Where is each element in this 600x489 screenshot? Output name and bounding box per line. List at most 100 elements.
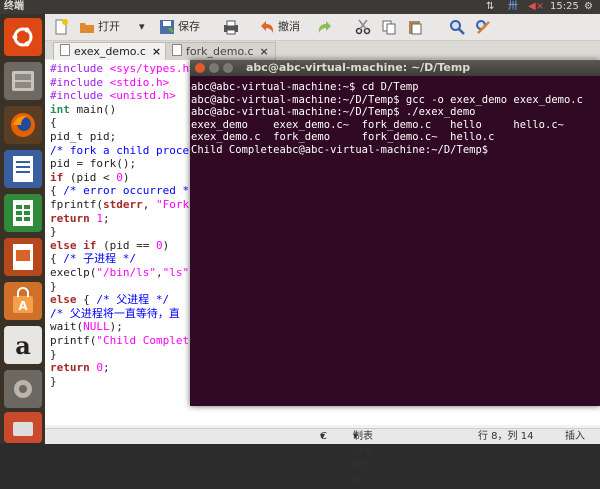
ubuntu-logo-icon bbox=[12, 27, 33, 47]
editor-toolbar: 打开 ▾ 保存 撤消 bbox=[45, 14, 600, 41]
input-method-icon[interactable]: 卅 bbox=[508, 0, 518, 14]
settings-wrench-icon bbox=[14, 380, 32, 398]
presentation-icon bbox=[13, 244, 33, 270]
code-line: execlp("/bin/ls","ls" bbox=[50, 266, 190, 279]
find-button[interactable] bbox=[449, 17, 465, 37]
paste-clipboard-icon bbox=[409, 21, 422, 35]
printer-icon bbox=[224, 20, 238, 35]
code-line: /* 父进程将一直等待，直 bbox=[50, 306, 180, 320]
chevron-down-icon: ▾ bbox=[353, 431, 359, 442]
app-title: 终端 bbox=[4, 1, 24, 12]
code-line: wait(NULL); bbox=[50, 320, 123, 334]
network-icon[interactable]: ⇅ bbox=[486, 0, 494, 14]
scissors-icon bbox=[355, 19, 371, 35]
find-replace-icon bbox=[476, 20, 490, 34]
document-tabs: exex_demo.c × fork_demo.c × bbox=[45, 41, 600, 60]
terminal-line: abc@abc-virtual-machine:~/D/Temp$ ./exex… bbox=[191, 106, 476, 118]
shopping-bag-icon: A bbox=[13, 287, 33, 313]
software-center-launcher-button[interactable]: A bbox=[4, 282, 42, 320]
close-icon[interactable]: × bbox=[152, 45, 161, 58]
document-icon bbox=[172, 44, 182, 56]
terminal-titlebar[interactable]: abc@abc-virtual-machine: ~/D/Temp bbox=[190, 60, 600, 76]
folder-open-icon bbox=[80, 23, 94, 33]
open-label: 打开 bbox=[98, 20, 120, 33]
calc-launcher-button[interactable] bbox=[4, 194, 42, 232]
code-line: } bbox=[50, 347, 57, 361]
minimize-window-icon[interactable] bbox=[209, 63, 219, 73]
search-icon bbox=[450, 20, 465, 35]
code-line: if (pid < 0) bbox=[50, 170, 130, 184]
terminal-title: abc@abc-virtual-machine: ~/D/Temp bbox=[246, 61, 471, 74]
save-label: 保存 bbox=[178, 20, 200, 33]
code-line: { /* error occurred */ bbox=[50, 184, 196, 198]
code-line: } bbox=[50, 374, 57, 388]
undo-label: 撤消 bbox=[278, 20, 300, 33]
terminal-line: exex_demo exex_demo.c~ fork_demo.c hello… bbox=[191, 118, 564, 131]
system-settings-launcher-button[interactable] bbox=[4, 370, 42, 408]
dash-home-button[interactable] bbox=[4, 18, 42, 56]
copy-icon bbox=[382, 20, 396, 35]
firefox-launcher-button[interactable] bbox=[4, 106, 42, 144]
undo-arrow-icon bbox=[261, 21, 274, 33]
firefox-icon bbox=[11, 113, 35, 137]
code-line: printf("Child Complet bbox=[50, 334, 190, 347]
code-line: { bbox=[50, 116, 57, 130]
tab-label: exex_demo.c bbox=[74, 45, 146, 58]
chevron-down-icon: ▾ bbox=[320, 431, 326, 442]
redo-button[interactable] bbox=[317, 17, 333, 37]
redo-arrow-icon bbox=[318, 21, 331, 33]
find-replace-button[interactable] bbox=[475, 17, 491, 37]
undo-button[interactable]: 撤消 bbox=[259, 17, 300, 37]
maximize-window-icon[interactable] bbox=[223, 63, 233, 73]
amazon-icon: a bbox=[15, 330, 31, 360]
document-writer-icon bbox=[13, 156, 33, 182]
close-icon[interactable]: × bbox=[260, 45, 269, 58]
code-line: return 1; bbox=[50, 211, 110, 225]
tab-label: fork_demo.c bbox=[186, 45, 254, 58]
new-document-button[interactable] bbox=[53, 17, 69, 37]
terminal-output[interactable]: abc@abc-virtual-machine:~$ cd D/Temp abc… bbox=[190, 76, 600, 406]
cut-button[interactable] bbox=[355, 17, 371, 37]
copy-button[interactable] bbox=[381, 17, 397, 37]
code-line: else { /* 父进程 */ bbox=[50, 293, 170, 307]
code-line: int main() bbox=[50, 102, 117, 116]
code-line: #include <unistd.h> bbox=[50, 89, 176, 103]
code-line: #include <sys/types.h> bbox=[50, 62, 196, 75]
terminal-line: abc@abc-virtual-machine:~/D/Temp$ gcc -o… bbox=[191, 93, 583, 106]
disk-icon bbox=[13, 421, 33, 436]
new-document-icon bbox=[55, 19, 68, 35]
terminal-window[interactable]: abc@abc-virtual-machine: ~/D/Temp abc@ab… bbox=[190, 60, 600, 406]
code-line: fprintf(stderr, "Fork bbox=[50, 198, 190, 211]
clock[interactable]: 15:25 bbox=[550, 0, 579, 14]
gear-icon[interactable]: ⚙ bbox=[584, 0, 593, 14]
code-line: } bbox=[50, 279, 57, 293]
svg-text:A: A bbox=[18, 299, 28, 313]
open-button[interactable]: 打开 bbox=[79, 17, 120, 37]
code-line: return 0; bbox=[50, 361, 110, 375]
terminal-line: exex_demo.c fork_demo fork_demo.c~ hello… bbox=[191, 131, 495, 143]
code-line: pid = fork(); bbox=[50, 157, 137, 171]
open-dropdown-button[interactable]: ▾ bbox=[139, 17, 145, 37]
amazon-launcher-button[interactable]: a bbox=[4, 326, 42, 364]
print-button[interactable] bbox=[223, 17, 239, 37]
close-window-icon[interactable] bbox=[195, 63, 205, 73]
save-icon bbox=[160, 20, 175, 34]
status-bar: C ▾ 制表符宽度：8 ▾ 行 8，列 14 插入 bbox=[45, 428, 600, 487]
sound-muted-icon[interactable]: ◀× bbox=[528, 0, 544, 14]
paste-button[interactable] bbox=[407, 17, 423, 37]
code-line: } bbox=[50, 225, 57, 239]
trash-launcher-button[interactable] bbox=[4, 412, 42, 443]
impress-launcher-button[interactable] bbox=[4, 238, 42, 276]
code-line: /* fork a child process bbox=[50, 143, 203, 157]
writer-launcher-button[interactable] bbox=[4, 150, 42, 188]
files-launcher-button[interactable] bbox=[4, 62, 42, 100]
terminal-line: Child Completeabc@abc-virtual-machine:~/… bbox=[191, 143, 495, 156]
tab-fork-demo[interactable]: fork_demo.c × bbox=[165, 42, 276, 60]
tab-exex-demo[interactable]: exex_demo.c × bbox=[53, 42, 169, 60]
terminal-line: abc@abc-virtual-machine:~$ cd D/Temp bbox=[191, 81, 419, 93]
spreadsheet-icon bbox=[13, 200, 33, 226]
insert-mode: 插入 bbox=[565, 431, 585, 442]
cursor-position: 行 8，列 14 bbox=[478, 431, 534, 442]
save-button[interactable]: 保存 bbox=[159, 17, 200, 37]
file-cabinet-icon bbox=[12, 71, 34, 91]
